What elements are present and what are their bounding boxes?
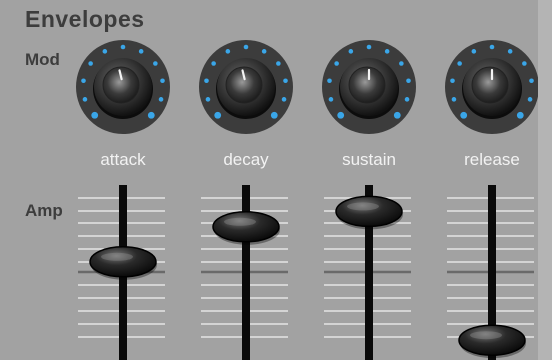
led-dot: [281, 97, 287, 102]
led-dot: [529, 78, 534, 84]
led-dot: [153, 61, 158, 66]
led-dot: [348, 49, 354, 54]
led-dot: [366, 44, 372, 50]
led-dot: [451, 97, 457, 102]
led-dot: [214, 111, 222, 119]
amp-row-label: Amp: [25, 201, 63, 220]
led-dot: [120, 44, 126, 50]
led-dot: [393, 111, 401, 119]
led-dot: [276, 61, 281, 66]
fader-cap[interactable]: [89, 246, 157, 278]
led-dot: [147, 111, 155, 119]
led-dot: [334, 61, 339, 66]
led-dot: [211, 61, 216, 66]
led-dot: [471, 49, 477, 54]
led-dot: [406, 78, 411, 84]
led-dot: [527, 97, 533, 102]
led-dot: [205, 97, 211, 102]
release-knob-graphic: [445, 40, 539, 134]
led-dot: [204, 78, 209, 84]
led-dot: [522, 61, 527, 66]
fader-cap[interactable]: [335, 195, 403, 228]
release-knob[interactable]: [437, 38, 547, 138]
attack-label: attack: [100, 150, 146, 169]
led-dot: [404, 97, 410, 102]
release-label: release: [464, 150, 520, 169]
led-dot: [516, 111, 524, 119]
mod-row-label: Mod: [25, 50, 60, 69]
led-dot: [457, 61, 462, 66]
decay-knob[interactable]: [191, 38, 301, 138]
decay-fader[interactable]: [196, 185, 296, 360]
led-dot: [261, 49, 267, 54]
decay-knob-graphic: [199, 40, 293, 134]
fader-cap[interactable]: [212, 211, 280, 243]
led-dot: [489, 44, 495, 50]
led-dot: [82, 97, 88, 102]
sustain-knob-graphic: [322, 40, 416, 134]
led-dot: [327, 78, 332, 84]
led-dot: [337, 111, 345, 119]
led-dot: [81, 78, 86, 84]
led-dot: [88, 61, 93, 66]
panel-edge: [538, 0, 552, 360]
envelopes-panel: Envelopes Mod Amp attack decay sustain r…: [0, 0, 552, 360]
release-fader[interactable]: [442, 185, 542, 360]
sustain-knob[interactable]: [314, 38, 424, 138]
attack-knob-graphic: [76, 40, 170, 134]
sustain-fader[interactable]: [319, 185, 419, 360]
led-dot: [283, 78, 288, 84]
sustain-fader-graphic: [324, 185, 411, 360]
led-dot: [91, 111, 99, 119]
attack-fader-graphic: [78, 185, 165, 360]
panel-title: Envelopes: [25, 6, 145, 32]
led-dot: [450, 78, 455, 84]
attack-fader[interactable]: [73, 185, 173, 360]
led-dot: [460, 111, 468, 119]
attack-knob[interactable]: [68, 38, 178, 138]
led-dot: [138, 49, 144, 54]
led-dot: [225, 49, 231, 54]
led-dot: [102, 49, 108, 54]
led-dot: [328, 97, 334, 102]
led-dot: [399, 61, 404, 66]
decay-fader-graphic: [201, 185, 288, 360]
release-fader-graphic: [447, 185, 534, 360]
led-dot: [384, 49, 390, 54]
led-dot: [270, 111, 278, 119]
led-dot: [243, 44, 249, 50]
led-dot: [160, 78, 165, 84]
sustain-label: sustain: [342, 150, 396, 169]
decay-label: decay: [223, 150, 269, 169]
led-dot: [158, 97, 164, 102]
led-dot: [507, 49, 513, 54]
fader-cap[interactable]: [458, 324, 526, 356]
